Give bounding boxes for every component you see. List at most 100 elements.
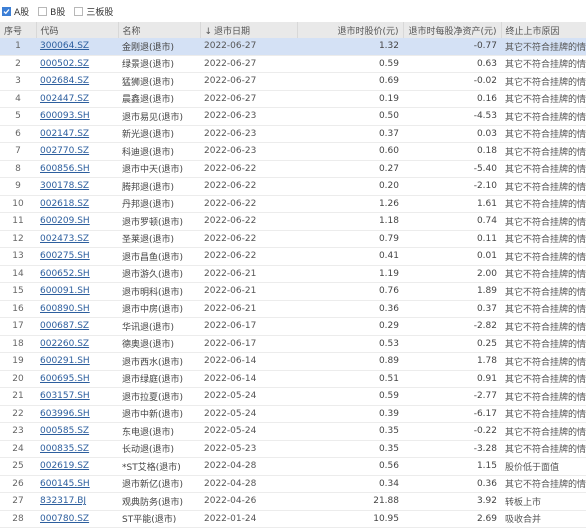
cell-index: 2 [15,58,21,69]
cell-code-link[interactable]: 002770.SZ [36,143,118,161]
cell-code-link[interactable]: 002147.SZ [36,125,118,143]
cell-index: 4 [15,93,21,104]
table-row[interactable]: 15 600091.SH 退市明科(退市) 2022-06-21 0.76 1.89 其它不… [0,283,586,301]
cell-index: 6 [15,128,21,139]
cell-code-link[interactable]: 603157.SH [36,388,118,406]
cell-code-link[interactable]: 600652.SH [36,265,118,283]
table-row[interactable]: 11 600209.SH 退市罗顿(退市) 2022-06-22 1.18 0.74 其它不… [0,213,586,231]
cell-name: 退市明科(退市) [122,287,184,298]
table-row[interactable]: 21 603157.SH 退市拉夏(退市) 2022-05-24 0.59 -2.77 其它… [0,388,586,406]
table-row[interactable]: 20 600695.SH 退市绿庭(退市) 2022-06-14 0.51 0.91 其它不… [0,370,586,388]
cell-reason: 其它不符合挂牌的情形 [505,375,586,386]
cell-code-link[interactable]: 300178.SZ [36,178,118,196]
filter-third-board[interactable]: 三板股 [74,5,113,18]
cell-date: 2022-06-23 [204,146,257,157]
cell-price: 0.69 [378,76,399,87]
filter-b-share[interactable]: B股 [38,5,65,18]
cell-price: 21.88 [373,496,399,507]
col-header-date[interactable]: ↓ 退市日期 [200,22,298,38]
filter-a-share[interactable]: A股 [2,5,29,18]
table-row[interactable]: 5 600093.SH 退市易见(退市) 2022-06-23 0.50 -4.53 其它不… [0,108,586,126]
cell-price: 0.37 [378,128,399,139]
table-row[interactable]: 18 002260.SZ 德奥退(退市) 2022-06-17 0.53 0.25 其它不符… [0,335,586,353]
table-row[interactable]: 1 300064.SZ 金刚退(退市) 2022-06-27 1.32 -0.77 其它不符… [0,38,586,55]
cell-code-link[interactable]: 000687.SZ [36,318,118,336]
cell-reason: 其它不符合挂牌的情形 [505,322,586,333]
col-header-nav[interactable]: 退市时每股净资产(元) [403,22,502,38]
table-row[interactable]: 12 002473.SZ 圣莱退(退市) 2022-06-22 0.79 0.11 其它不符… [0,230,586,248]
cell-code-link[interactable]: 600145.SH [36,475,118,493]
table-row[interactable]: 7 002770.SZ 科迪退(退市) 2022-06-23 0.60 0.18 其它不符合… [0,143,586,161]
table-row[interactable]: 10 002618.SZ 丹邦退(退市) 2022-06-22 1.26 1.61 其它不符… [0,195,586,213]
cell-code-link[interactable]: 000502.SZ [36,55,118,73]
cell-date: 2022-06-22 [204,198,257,209]
cell-index: 8 [15,163,21,174]
cell-code-link[interactable]: 000835.SZ [36,440,118,458]
col-header-index[interactable]: 序号 [0,22,37,38]
cell-date: 2022-05-24 [204,408,257,419]
cell-reason: 其它不符合挂牌的情形 [501,38,586,55]
table-row[interactable]: 27 832317.BJ 观典防务(退市) 2022-04-26 21.88 3.92 转板… [0,493,586,511]
checkbox-a-share[interactable] [2,6,11,16]
cell-code-link[interactable]: 600695.SH [36,370,118,388]
cell-code-link[interactable]: 000585.SZ [36,423,118,441]
cell-code-link[interactable]: 002618.SZ [36,195,118,213]
table-row[interactable]: 4 002447.SZ 晨鑫退(退市) 2022-06-27 0.19 0.16 其它不符合… [0,90,586,108]
cell-price: 0.50 [378,111,399,122]
cell-name: 绿景退(退市) [122,60,175,71]
cell-code-link[interactable]: 300064.SZ [36,38,118,55]
table-row[interactable]: 8 600856.SH 退市中天(退市) 2022-06-22 0.27 -5.40 其它不… [0,160,586,178]
col-header-name[interactable]: 名称 [118,22,201,38]
table-row[interactable]: 19 600291.SH 退市西水(退市) 2022-06-14 0.89 1.78 其它不… [0,353,586,371]
table-row[interactable]: 26 600145.SH 退市新亿(退市) 2022-04-28 0.34 0.36 其它不… [0,475,586,493]
cell-code-link[interactable]: 002473.SZ [36,230,118,248]
table-row[interactable]: 16 600890.SH 退市中房(退市) 2022-06-21 0.36 0.37 其它不… [0,300,586,318]
table-row[interactable]: 23 000585.SZ 东电退(退市) 2022-05-24 0.35 -0.22 其它不… [0,423,586,441]
cell-nav: -4.53 [473,111,497,122]
checkbox-third-board[interactable] [74,6,84,16]
table-row[interactable]: 17 000687.SZ 华讯退(退市) 2022-06-17 0.29 -2.82 其它不… [0,318,586,336]
cell-reason: 其它不符合挂牌的情形 [505,410,586,421]
cell-price: 0.56 [378,461,399,472]
cell-reason: 其它不符合挂牌的情形 [505,340,586,351]
cell-code-link[interactable]: 600091.SH [36,283,118,301]
table-row[interactable]: 9 300178.SZ 腾邦退(退市) 2022-06-22 0.20 -2.10 其它不符… [0,178,586,196]
cell-code-link[interactable]: 600890.SH [36,300,118,318]
cell-code-link[interactable]: 002619.SZ [36,458,118,476]
table-row[interactable]: 22 603996.SH 退市中新(退市) 2022-05-24 0.39 -6.17 其它… [0,405,586,423]
cell-code-link[interactable]: 600275.SH [36,248,118,266]
cell-code-link[interactable]: 600856.SH [36,160,118,178]
cell-nav: 0.63 [476,58,497,69]
cell-code-link[interactable]: 002684.SZ [36,73,118,91]
cell-nav: -2.82 [473,321,497,332]
table-row[interactable]: 28 000780.SZ ST平能(退市) 2022-01-24 10.95 2.69 吸收… [0,510,586,528]
table-row[interactable]: 14 600652.SH 退市游久(退市) 2022-06-21 1.19 2.00 其它不… [0,265,586,283]
col-header-reason[interactable]: 终止上市原因 [501,22,586,38]
cell-name: 圣莱退(退市) [122,235,175,246]
cell-code-link[interactable]: 832317.BJ [36,493,118,511]
table-row[interactable]: 6 002147.SZ 新光退(退市) 2022-06-23 0.37 0.03 其它不符合… [0,125,586,143]
table-row[interactable]: 24 000835.SZ 长动退(退市) 2022-05-23 0.35 -3.28 其它不… [0,440,586,458]
cell-reason: 其它不符合挂牌的情形 [505,445,586,456]
cell-code-link[interactable]: 600093.SH [36,108,118,126]
table-row[interactable]: 2 000502.SZ 绿景退(退市) 2022-06-27 0.59 0.63 其它不符合… [0,55,586,73]
cell-nav: -0.22 [473,426,497,437]
col-header-code[interactable]: 代码 [36,22,119,38]
cell-price: 0.89 [378,356,399,367]
cell-code-link[interactable]: 000780.SZ [36,510,118,528]
table-row[interactable]: 13 600275.SH 退市昌鱼(退市) 2022-06-22 0.41 0.01 其它不… [0,248,586,266]
cell-code-link[interactable]: 600291.SH [36,353,118,371]
table-row[interactable]: 3 002684.SZ 猛狮退(退市) 2022-06-27 0.69 -0.02 其它不符… [0,73,586,91]
checkbox-b-share[interactable] [38,6,48,16]
col-header-price[interactable]: 退市时股价(元) [297,22,404,38]
cell-nav: -0.02 [473,76,497,87]
cell-code-link[interactable]: 002447.SZ [36,90,118,108]
cell-code-link[interactable]: 603996.SH [36,405,118,423]
cell-code-link[interactable]: 002260.SZ [36,335,118,353]
cell-price: 0.60 [378,146,399,157]
cell-price: 10.95 [373,513,399,524]
cell-nav: 3.92 [476,496,497,507]
table-row[interactable]: 25 002619.SZ *ST艾格(退市) 2022-04-28 0.56 1.15 股价… [0,458,586,476]
cell-code-link[interactable]: 600209.SH [36,213,118,231]
cell-date: 2022-06-22 [204,181,257,192]
